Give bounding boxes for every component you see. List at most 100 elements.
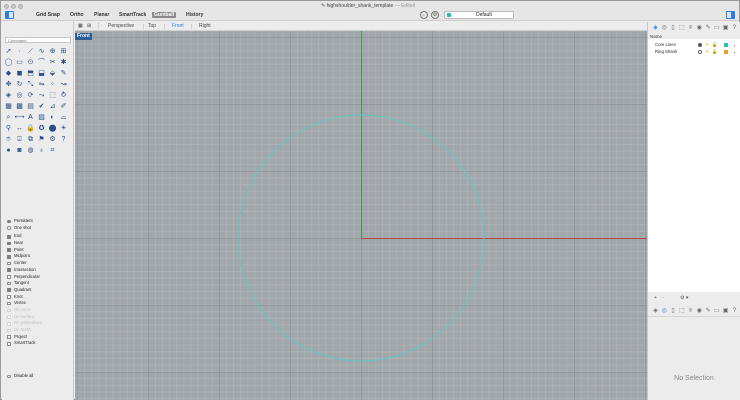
planar-toggle[interactable]: Planar — [92, 12, 111, 18]
curve-icon[interactable]: ∿ — [37, 47, 46, 56]
camera-panel-icon[interactable]: ⌾ — [687, 308, 694, 315]
current-layer-indicator-icon[interactable] — [698, 43, 702, 47]
paint-icon[interactable]: ✎ — [59, 69, 68, 78]
twist-icon[interactable]: ⥁ — [59, 91, 68, 100]
grid-snap-toggle[interactable]: Grid Snap — [34, 12, 62, 18]
help-icon[interactable]: ? — [59, 135, 68, 144]
properties-panel-icon[interactable]: ◎ — [661, 25, 668, 32]
osnap-perpendicular[interactable]: Perpendicular — [7, 274, 71, 281]
distance-icon[interactable]: ↔ — [15, 124, 24, 133]
close-window-button[interactable] — [4, 4, 9, 9]
osnap-vertex[interactable]: Vertex — [7, 300, 71, 307]
camera-icon[interactable]: ⌾ — [4, 135, 13, 144]
move-icon[interactable]: ✥ — [4, 80, 13, 89]
dimension-icon[interactable]: ⟷ — [14, 113, 24, 122]
split-icon[interactable]: ✂ — [48, 58, 57, 67]
remove-layer-button[interactable]: − — [662, 295, 665, 301]
unlock-icon[interactable]: 🔓 — [712, 49, 717, 55]
unlock-icon[interactable]: 🔓 — [712, 42, 717, 48]
front-viewport[interactable]: Front — [75, 31, 647, 400]
named-view-icon[interactable]: ⌹ — [15, 135, 24, 144]
mesh-icon[interactable]: ▩ — [15, 102, 24, 111]
layout-panel-icon[interactable]: ▭ — [713, 308, 720, 315]
crop-icon[interactable]: ⌗ — [48, 146, 57, 155]
osnap-near[interactable]: Near — [7, 240, 71, 247]
minimize-window-button[interactable] — [11, 4, 16, 9]
osnap-project[interactable]: Project — [7, 334, 71, 341]
layer-row-core-lines[interactable]: Core Lines ☀ 🔓 ▪ — [648, 42, 740, 48]
osnap-point[interactable]: Point — [7, 247, 71, 254]
pen-panel-icon[interactable]: ✎ — [705, 25, 712, 32]
grid-icon[interactable]: ▦ — [4, 102, 13, 111]
bend-icon[interactable]: ⌓ — [59, 113, 68, 122]
analyze-icon[interactable]: ⚲ — [4, 124, 13, 133]
layer-row-ring-shank[interactable]: Ring Shank ☀ 🔓 ▪ — [648, 49, 740, 55]
measure-icon[interactable]: ⊿ — [48, 102, 57, 111]
layer-color-swatch[interactable] — [724, 50, 728, 54]
document-panel-icon[interactable]: ▯ — [670, 308, 677, 315]
loft-icon[interactable]: ⬓ — [37, 69, 46, 78]
options-icon[interactable]: ⚙ — [48, 135, 57, 144]
tab-front[interactable]: Front — [172, 23, 184, 30]
camera-panel-icon[interactable]: ⌾ — [687, 25, 694, 32]
cage-icon[interactable]: ⬚ — [48, 91, 57, 100]
pin-icon[interactable]: ⚑ — [37, 135, 46, 144]
surface-icon[interactable]: ◆ — [4, 69, 13, 78]
help-panel-icon[interactable]: ? — [731, 25, 738, 32]
torus-icon[interactable]: ◍ — [26, 146, 35, 155]
gem-icon[interactable]: ◈ — [4, 91, 13, 100]
material-icon[interactable]: ⬤ — [48, 124, 57, 133]
block-icon[interactable]: ⧉ — [26, 135, 35, 144]
tab-perspective[interactable]: Perspective — [108, 23, 134, 30]
visibility-bulb-icon[interactable]: ☀ — [705, 42, 709, 48]
solid-box-icon[interactable]: ◼ — [15, 69, 24, 78]
help-panel-icon[interactable]: ? — [731, 308, 738, 315]
osnap-mode-persistent[interactable]: Persistent — [7, 218, 71, 225]
block-panel-icon[interactable]: ⬚ — [678, 308, 685, 315]
check-icon[interactable]: ✔ — [37, 102, 46, 111]
toggle-left-sidebar-icon[interactable] — [5, 11, 14, 19]
ring-icon[interactable]: ◎ — [15, 91, 24, 100]
revolve-icon[interactable]: ⟳ — [26, 91, 35, 100]
monitor-panel-icon[interactable]: ▣ — [722, 25, 729, 32]
lock-icon[interactable]: 🔒 — [26, 124, 35, 133]
render-icon[interactable]: ✪ — [37, 124, 46, 133]
array-icon[interactable]: ⁘ — [48, 80, 57, 89]
visibility-bulb-icon[interactable]: ☀ — [705, 49, 709, 55]
single-viewport-icon[interactable]: ▦ — [78, 23, 83, 30]
rotate-icon[interactable]: ↻ — [15, 80, 24, 89]
hatch-icon[interactable]: ▨ — [37, 113, 46, 122]
zoom-window-icon[interactable]: ⊞ — [59, 47, 68, 56]
sweep-icon[interactable]: ⤳ — [37, 91, 46, 100]
osnap-quadrant[interactable]: Quadrant — [7, 287, 71, 294]
display-panel-icon[interactable]: ◉ — [696, 25, 703, 32]
circle-icon[interactable]: ◯ — [4, 58, 13, 67]
snapshot-icon[interactable]: ◐ — [48, 113, 57, 122]
document-panel-icon[interactable]: ▯ — [670, 25, 677, 32]
smarttrack-toggle[interactable]: SmartTrack — [117, 12, 148, 18]
light-icon[interactable]: ☀ — [59, 124, 68, 133]
current-layer-select[interactable]: Default — [444, 11, 514, 19]
tab-right[interactable]: Right — [199, 23, 211, 30]
display-panel-icon[interactable]: ◉ — [696, 308, 703, 315]
select-arrow-icon[interactable]: ➚ — [4, 47, 13, 56]
history-toggle[interactable]: History — [184, 12, 205, 18]
viewport-layout-icon[interactable]: ⊞ — [87, 23, 91, 30]
cylinder-icon[interactable]: ◙ — [15, 146, 24, 155]
rectangle-icon[interactable]: ▭ — [15, 58, 24, 67]
properties-panel-icon[interactable]: ◎ — [661, 308, 668, 315]
zoom-extents-icon[interactable]: ⊙ — [26, 58, 35, 67]
boolean-icon[interactable]: ⬙ — [48, 69, 57, 78]
disable-all-osnaps[interactable]: Disable all — [7, 373, 33, 380]
back-icon[interactable]: ← — [420, 11, 428, 19]
osnap-intersection[interactable]: Intersection — [7, 267, 71, 274]
scale-icon[interactable]: ⤡ — [26, 80, 35, 89]
gumball-toggle[interactable]: Gumball — [152, 12, 177, 18]
toggle-right-sidebar-icon[interactable] — [726, 11, 735, 19]
osnap-mode-one-shot[interactable]: One shot — [7, 225, 71, 232]
ring-curve[interactable] — [237, 114, 485, 362]
bulb-icon[interactable]: ♁ — [37, 146, 46, 155]
layers-panel-icon[interactable]: ◈ — [652, 308, 659, 315]
layer-color-swatch[interactable] — [724, 43, 728, 47]
mirror-icon[interactable]: ⇋ — [37, 80, 46, 89]
